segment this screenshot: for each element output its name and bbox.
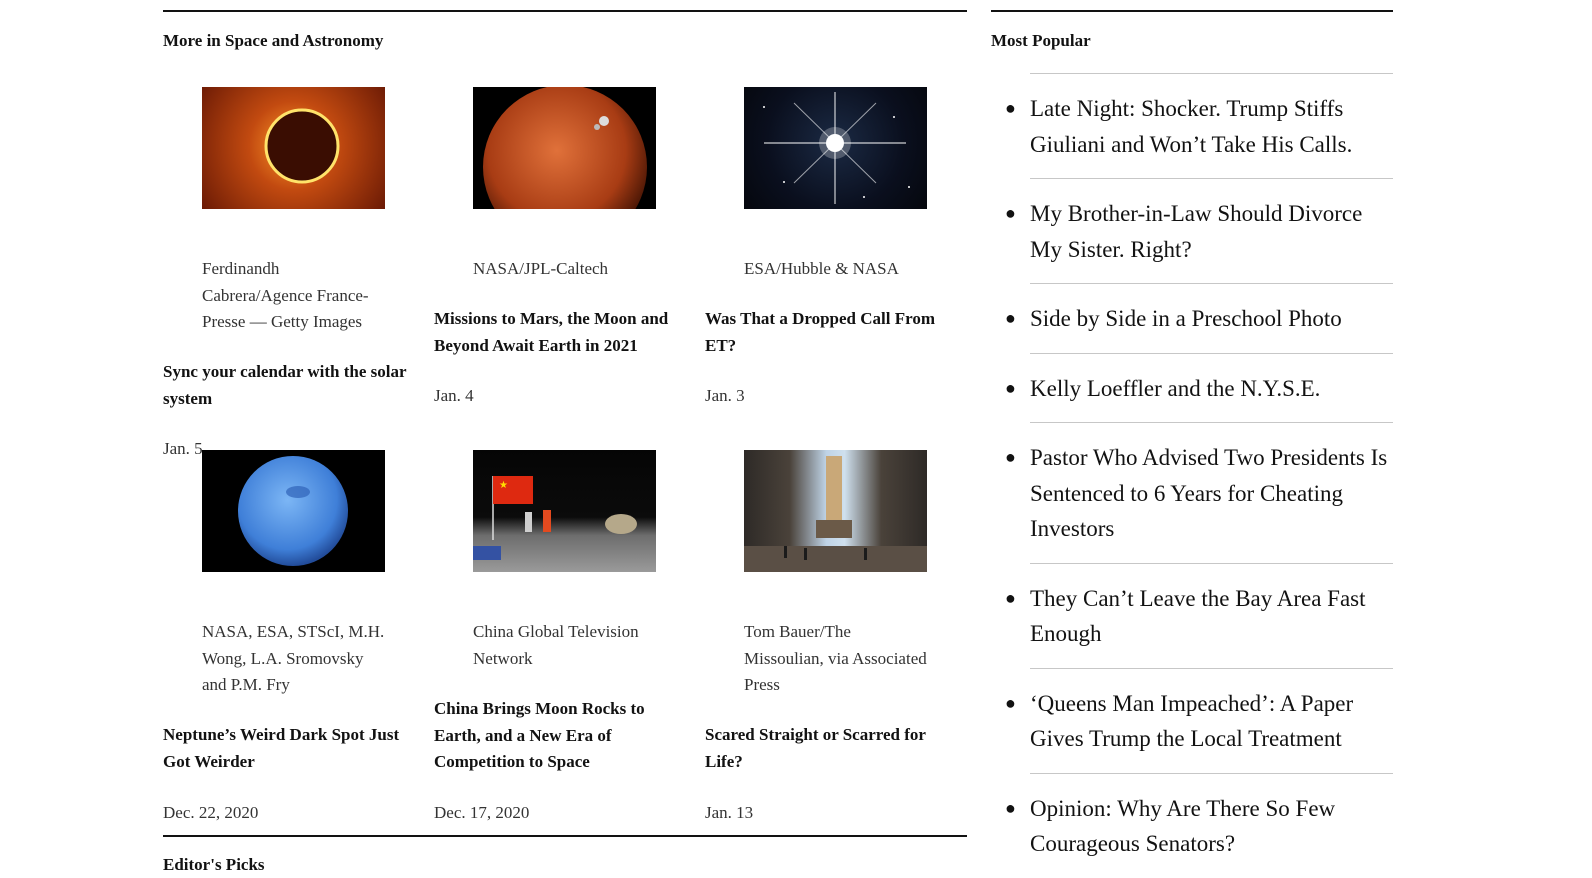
popular-link[interactable]: Pastor Who Advised Two Presidents Is Sen… [1030, 440, 1392, 547]
image-credit: China Global Television Network [473, 622, 639, 668]
story-image[interactable]: ★ [473, 450, 656, 572]
eclipse-ring-graphic [264, 108, 340, 184]
popular-link[interactable]: Side by Side in a Preschool Photo [1030, 301, 1392, 337]
bullet-icon: ● [1005, 377, 1016, 398]
mars-planet-graphic [483, 85, 647, 249]
story-date: Jan. 13 [705, 803, 754, 822]
popular-link[interactable]: They Can’t Leave the Bay Area Fast Enoug… [1030, 581, 1392, 652]
list-item: ● Kelly Loeffler and the N.Y.S.E. [1005, 352, 1393, 423]
most-popular-list: ● Late Night: Shocker. Trump Stiffs Giuli… [991, 73, 1393, 878]
svg-text:★: ★ [499, 480, 508, 491]
image-credit: ESA/Hubble & NASA [744, 259, 899, 278]
bullet-icon: ● [1005, 692, 1016, 713]
image-credit: NASA, ESA, STScI, M.H. Wong, L.A. Sromov… [202, 622, 385, 694]
popular-link[interactable]: My Brother-in-Law Should Divorce My Sist… [1030, 196, 1392, 267]
list-item: ● They Can’t Leave the Bay Area Fast Enou… [1005, 562, 1393, 668]
story-image[interactable] [202, 87, 385, 209]
image-credit: NASA/JPL-Caltech [473, 259, 609, 278]
story-date: Jan. 5 [163, 439, 203, 458]
section-top-rule [163, 10, 967, 12]
popular-link[interactable]: Opinion: Why Are There So Few Courageous… [1030, 791, 1392, 862]
list-item: ● Side by Side in a Preschool Photo [1005, 283, 1393, 353]
sidebar-top-rule [991, 10, 1393, 12]
popular-link[interactable]: Kelly Loeffler and the N.Y.S.E. [1030, 371, 1392, 407]
list-item: ● Pastor Who Advised Two Presidents Is Se… [1005, 422, 1393, 563]
story-image[interactable] [744, 87, 927, 209]
bullet-icon: ● [1005, 203, 1016, 223]
story-headline[interactable]: Neptune’s Weird Dark Spot Just Got Weird… [163, 722, 421, 775]
popular-link[interactable]: Late Night: Shocker. Trump Stiffs Giulia… [1030, 91, 1392, 162]
bullet-icon: ● [1005, 587, 1016, 608]
bullet-icon: ● [1005, 308, 1016, 328]
story-headline[interactable]: Scared Straight or Scarred for Life? [705, 722, 963, 775]
story-headline[interactable]: Was That a Dropped Call From ET? [705, 306, 963, 359]
image-credit: Ferdinandh Cabrera/Agence France-Presse … [202, 259, 369, 331]
list-item: ● ‘Queens Man Impeached’: A Paper Gives T… [1005, 667, 1393, 773]
popular-link[interactable]: ‘Queens Man Impeached’: A Paper Gives Tr… [1030, 686, 1392, 757]
section-bottom-rule [163, 835, 967, 837]
section-title[interactable]: More in Space and Astronomy [163, 31, 967, 51]
list-item: ● Opinion: Why Are There So Few Courageou… [1005, 772, 1393, 878]
most-popular-title: Most Popular [991, 31, 1091, 50]
story-date: Jan. 3 [705, 386, 745, 405]
most-popular-section: Most Popular ● Late Night: Shocker. Trump… [991, 10, 1393, 878]
neptune-planet-graphic [238, 456, 348, 566]
more-in-space-section: More in Space and Astronomy Ferdinandh C… [163, 10, 967, 874]
story-image[interactable] [473, 85, 656, 249]
star-graphic [763, 92, 910, 204]
list-item: ● My Brother-in-Law Should Divorce My Sis… [1005, 178, 1393, 283]
rocket-hangar-graphic [744, 456, 927, 572]
story-image[interactable] [202, 450, 385, 572]
list-item: ● Late Night: Shocker. Trump Stiffs Giuli… [1005, 73, 1393, 178]
editors-picks-title[interactable]: Editor's Picks [163, 855, 265, 875]
bullet-icon: ● [1005, 447, 1016, 467]
story-headline[interactable]: Sync your calendar with the solar system [163, 359, 421, 412]
bullet-icon: ● [1005, 98, 1016, 118]
story-grid: Ferdinandh Cabrera/Agence France-Presse … [163, 51, 967, 874]
story-date: Dec. 22, 2020 [163, 803, 259, 822]
capsule-landing-graphic: ★ [473, 476, 637, 560]
story-date: Jan. 4 [434, 386, 474, 405]
story-headline[interactable]: China Brings Moon Rocks to Earth, and a … [434, 696, 692, 776]
image-credit: Tom Bauer/The Missoulian, via Associated… [744, 622, 927, 694]
story-headline[interactable]: Missions to Mars, the Moon and Beyond Aw… [434, 306, 692, 359]
story-date: Dec. 17, 2020 [434, 803, 530, 822]
story-image[interactable] [744, 450, 927, 572]
bullet-icon: ● [1005, 797, 1016, 818]
